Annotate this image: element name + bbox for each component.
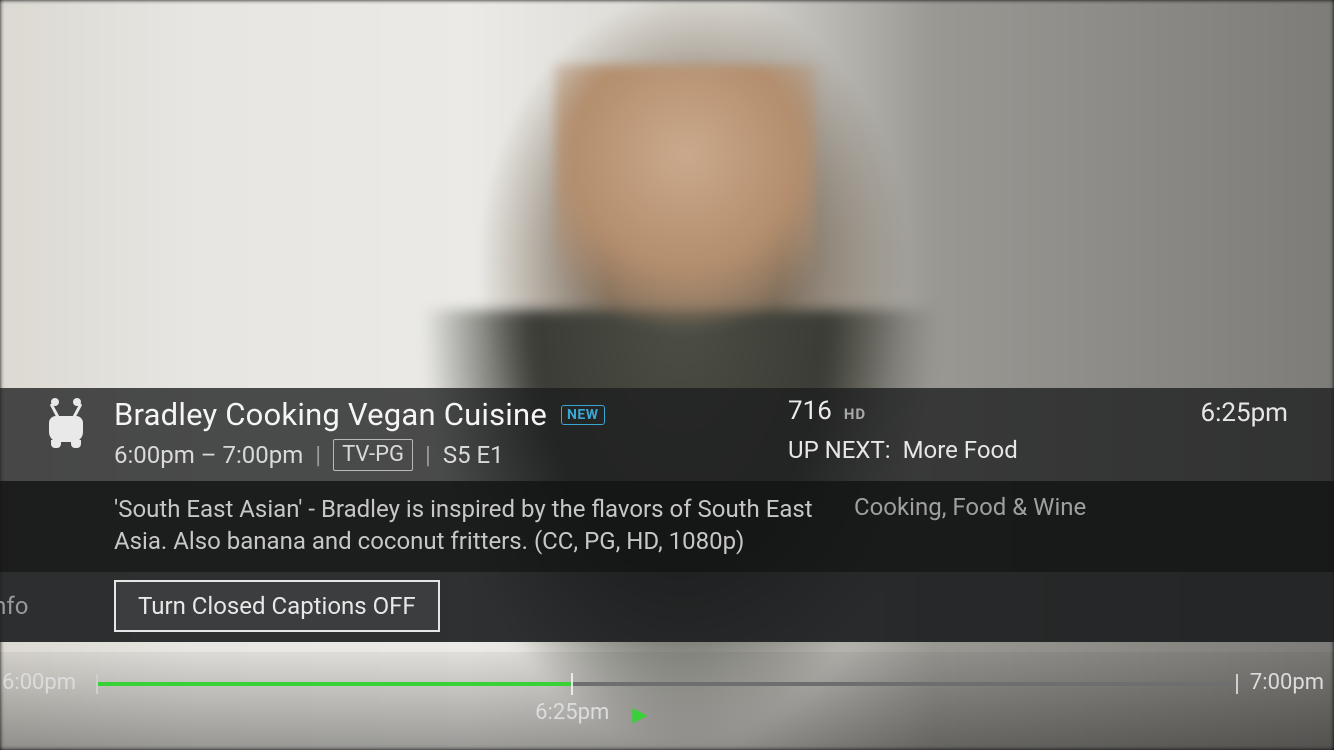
- description-row: 'South East Asian' - Bradley is inspired…: [0, 481, 1334, 572]
- info-header-row: Bradley Cooking Vegan Cuisine NEW 6:00pm…: [0, 388, 1334, 481]
- closed-captions-toggle-button[interactable]: Turn Closed Captions OFF: [114, 580, 440, 632]
- meta-separator: |: [315, 441, 321, 469]
- program-meta: 6:00pm – 7:00pm | TV-PG | S5 E1: [114, 439, 788, 471]
- up-next: UP NEXT: More Food: [788, 436, 1288, 464]
- channel-number: 716: [788, 396, 832, 426]
- timeline-start-label: 6:00pm: [2, 670, 76, 695]
- hd-badge: HD: [844, 405, 866, 423]
- timeline-progress-fill: [96, 682, 572, 686]
- action-row: re Info Turn Closed Captions OFF: [0, 572, 1334, 642]
- program-time-range: 6:00pm – 7:00pm: [114, 441, 303, 469]
- channel-info: 716 HD 6:25pm UP NEXT: More Food: [788, 396, 1288, 464]
- up-next-label: UP NEXT:: [788, 436, 891, 464]
- new-badge: NEW: [561, 405, 605, 425]
- provider-logo-col: [18, 396, 114, 448]
- timeline-end-label: 7:00pm: [1250, 670, 1324, 695]
- playback-timeline[interactable]: 6:00pm 7:00pm 6:25pm ▶: [0, 652, 1334, 750]
- more-info-button-partial[interactable]: re Info: [0, 592, 114, 620]
- program-title: Bradley Cooking Vegan Cuisine: [114, 396, 547, 433]
- meta-separator: |: [425, 441, 431, 469]
- info-overlay: Bradley Cooking Vegan Cuisine NEW 6:00pm…: [0, 388, 1334, 642]
- timeline-now-tick: [571, 673, 573, 695]
- current-time: 6:25pm: [1200, 398, 1288, 428]
- up-next-title: More Food: [903, 436, 1018, 464]
- program-description: 'South East Asian' - Bradley is inspired…: [114, 493, 814, 558]
- program-category: Cooking, Food & Wine: [854, 493, 1288, 521]
- timeline-now-label: 6:25pm: [535, 700, 609, 725]
- program-info: Bradley Cooking Vegan Cuisine NEW 6:00pm…: [114, 396, 788, 471]
- program-episode: S5 E1: [443, 441, 504, 469]
- rating-chip: TV-PG: [333, 439, 413, 471]
- timeline-start-tick: [96, 674, 98, 694]
- timeline-end-tick: [1236, 674, 1238, 694]
- tivo-logo-icon: [43, 402, 89, 448]
- play-indicator-icon: ▶: [632, 702, 647, 726]
